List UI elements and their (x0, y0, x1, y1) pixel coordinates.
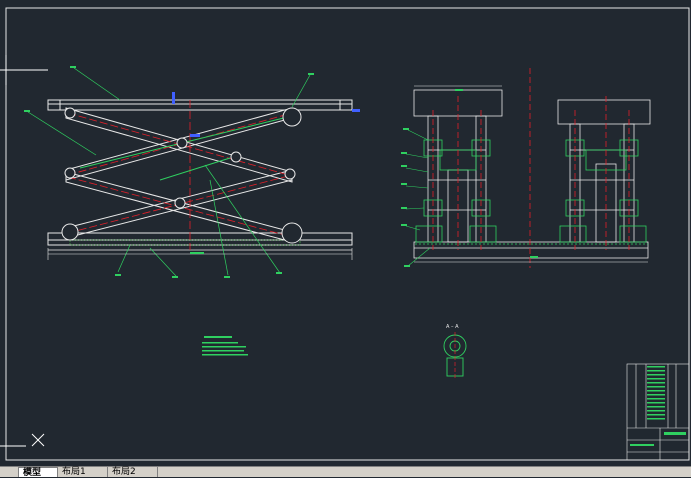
section-label: A – A (446, 324, 459, 330)
side-view-details (415, 139, 648, 245)
side-view-centerlines (432, 68, 630, 268)
scissor-lift-side-view (413, 89, 651, 259)
pivot-pins (61, 107, 303, 244)
model-space-viewport[interactable]: A – A (0, 0, 691, 468)
section-a-a-detail: A – A (443, 324, 467, 380)
drawing-frame (5, 7, 690, 461)
technical-notes (202, 336, 248, 356)
ucs-icon (0, 433, 45, 447)
base-hatch (69, 239, 301, 246)
side-view-dimensions (414, 85, 648, 263)
arm-centerlines (67, 100, 293, 250)
top-platform (47, 99, 353, 111)
layout-tab-bar: 模型 布局1 布局2 (0, 466, 691, 478)
scissor-lift-front-view (24, 66, 360, 278)
crosshair-cursor (0, 55, 48, 85)
scissor-arms (65, 107, 293, 243)
cad-drawing: A – A (0, 7, 690, 461)
base-frame (47, 232, 353, 251)
